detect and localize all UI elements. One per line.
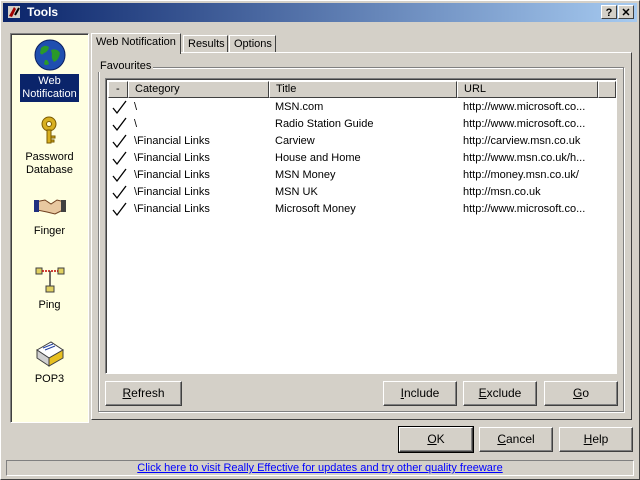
column-header-check[interactable]: - (108, 81, 128, 98)
checkmark-icon[interactable] (111, 150, 127, 166)
table-row[interactable]: \Financial Links MSN Money http://money.… (108, 167, 616, 184)
go-button[interactable]: Go (544, 381, 618, 406)
sidebar-item-label: Finger (33, 225, 66, 237)
sidebar-item-label: Password Database (25, 151, 74, 176)
cell-title: House and Home (275, 152, 361, 164)
cell-category: \Financial Links (134, 203, 210, 215)
favourites-group-label: Favourites (98, 60, 154, 72)
cell-url: http://money.msn.co.uk/ (463, 169, 579, 181)
table-row[interactable]: \Financial Links MSN UK http://msn.co.uk (108, 184, 616, 201)
window-title: Tools (27, 5, 59, 19)
column-header-category[interactable]: Category (128, 81, 269, 98)
cell-title: Carview (275, 135, 315, 147)
cell-url: http://www.msn.co.uk/h... (463, 152, 586, 164)
cell-url: http://msn.co.uk (463, 186, 541, 198)
cancel-button[interactable]: Cancel (479, 427, 553, 452)
tools-window: Tools ? ✕ Web Notification Password Data… (0, 0, 640, 480)
checkmark-icon[interactable] (111, 116, 127, 132)
table-row[interactable]: \ MSN.com http://www.microsoft.co... (108, 99, 616, 116)
cell-url: http://www.microsoft.co... (463, 118, 586, 130)
cell-url: http://carview.msn.co.uk (463, 135, 581, 147)
handshake-icon (33, 199, 66, 215)
close-title-button[interactable]: ✕ (618, 5, 634, 19)
cell-url: http://www.microsoft.co... (463, 101, 586, 113)
sidebar-item-web-notification[interactable]: Web Notification (11, 38, 88, 102)
sidebar-item-finger[interactable]: Finger (11, 188, 88, 239)
checkmark-icon[interactable] (111, 99, 127, 115)
help-button[interactable]: Help (559, 427, 633, 452)
include-button[interactable]: Include (383, 381, 457, 406)
cell-category: \Financial Links (134, 135, 210, 147)
cell-category: \Financial Links (134, 169, 210, 181)
favourites-list[interactable]: - Category Title URL \ MSN.com http://ww… (105, 78, 617, 374)
tools-sidebar: Web Notification Password Database Finger (10, 33, 89, 423)
sidebar-item-ping[interactable]: Ping (11, 262, 88, 313)
exclude-button[interactable]: Exclude (463, 381, 537, 406)
list-header: - Category Title URL (108, 81, 616, 98)
title-bar[interactable]: Tools ? ✕ (3, 3, 637, 22)
cell-category: \ (134, 118, 138, 130)
sidebar-item-label: Web Notification (20, 74, 79, 102)
status-bar: Click here to visit Really Effective for… (6, 460, 634, 476)
help-title-button[interactable]: ? (601, 5, 617, 19)
cell-title: MSN UK (275, 186, 318, 198)
sidebar-item-label: POP3 (34, 373, 65, 385)
network-icon (35, 267, 64, 293)
updates-link[interactable]: Click here to visit Really Effective for… (137, 462, 502, 474)
table-row[interactable]: \Financial Links House and Home http://w… (108, 150, 616, 167)
checkmark-icon[interactable] (111, 167, 127, 183)
table-row[interactable]: \Financial Links Carview http://carview.… (108, 133, 616, 150)
sidebar-item-label: Ping (38, 299, 61, 311)
tab-options[interactable]: Options (229, 35, 276, 53)
column-header-title[interactable]: Title (269, 81, 457, 98)
column-header-url[interactable]: URL (457, 81, 598, 98)
key-icon (41, 116, 56, 144)
cell-category: \ (134, 101, 138, 113)
cell-category: \Financial Links (134, 152, 210, 164)
checkmark-icon[interactable] (111, 184, 127, 200)
cell-title: Microsoft Money (275, 203, 356, 215)
refresh-button[interactable]: Refresh (105, 381, 182, 406)
cell-category: \Financial Links (134, 186, 210, 198)
table-row[interactable]: \Financial Links Microsoft Money http://… (108, 201, 616, 218)
checkmark-icon[interactable] (111, 201, 127, 217)
ok-button[interactable]: OK (398, 426, 474, 453)
tab-results[interactable]: Results (183, 35, 228, 53)
cell-title: MSN Money (275, 169, 336, 181)
mail-icon (35, 341, 64, 367)
cell-url: http://www.microsoft.co... (463, 203, 586, 215)
cell-title: MSN.com (275, 101, 324, 113)
checkmark-icon[interactable] (111, 133, 127, 149)
globe-icon (34, 39, 65, 71)
sidebar-item-password-database[interactable]: Password Database (11, 114, 88, 178)
column-header-filler (598, 81, 616, 98)
tab-web-notification[interactable]: Web Notification (91, 33, 181, 54)
cell-title: Radio Station Guide (275, 118, 374, 130)
app-icon (8, 6, 20, 18)
sidebar-item-pop3[interactable]: POP3 (11, 336, 88, 387)
table-row[interactable]: \ Radio Station Guide http://www.microso… (108, 116, 616, 133)
